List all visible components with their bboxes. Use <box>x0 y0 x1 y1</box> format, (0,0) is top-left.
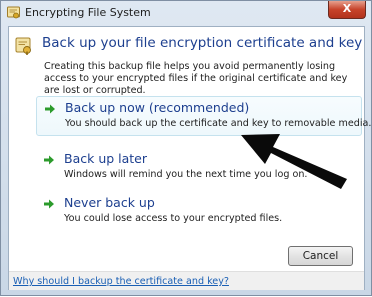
option-title: Back up now (recommended) <box>65 100 250 115</box>
option-title: Never back up <box>64 195 155 210</box>
option-never-back-up[interactable]: Never back up You could lose access to y… <box>36 192 362 232</box>
certificate-icon <box>7 6 20 19</box>
option-title: Back up later <box>64 151 148 166</box>
option-description: Windows will remind you the next time yo… <box>64 169 308 180</box>
green-arrow-icon <box>44 199 54 209</box>
option-description: You could lose access to your encrypted … <box>64 213 283 224</box>
close-button[interactable]: X <box>328 1 366 19</box>
green-arrow-icon <box>45 104 55 114</box>
footer-bar: Why should I backup the certificate and … <box>9 271 364 290</box>
cancel-button[interactable]: Cancel <box>288 246 353 266</box>
option-back-up-later[interactable]: Back up later Windows will remind you th… <box>36 148 362 188</box>
option-back-up-now[interactable]: Back up now (recommended) You should bac… <box>36 96 371 136</box>
page-title: Back up your file encryption certificate… <box>42 35 363 51</box>
dialog-window: Encrypting File System X Back up your fi… <box>0 0 372 296</box>
certificate-key-icon <box>15 37 31 55</box>
window-title: Encrypting File System <box>25 6 151 19</box>
help-link[interactable]: Why should I backup the certificate and … <box>13 276 229 287</box>
option-description: You should back up the certificate and k… <box>65 118 372 129</box>
title-bar[interactable]: Encrypting File System X <box>1 1 371 25</box>
description-text: Creating this backup file helps you avoi… <box>44 61 348 96</box>
dialog-content: Back up your file encryption certificate… <box>8 26 371 290</box>
green-arrow-icon <box>44 155 54 165</box>
